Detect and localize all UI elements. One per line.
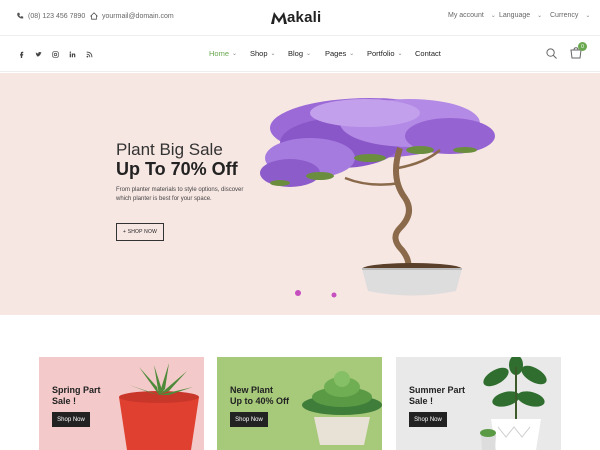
instagram-icon[interactable] [51,50,59,58]
language-dropdown[interactable]: Language ⌄ [499,12,542,19]
email-contact[interactable]: yourmail@domain.com [90,12,174,20]
banner-title-line1: New Plant [230,385,274,395]
nav-home[interactable]: Home ⌄ [209,49,237,58]
facebook-icon[interactable] [17,50,25,58]
shop-now-button[interactable]: Shop Now [409,412,447,427]
site-logo[interactable]: akali [271,9,321,26]
phone-number: (08) 123 456 7890 [28,12,86,20]
succulent-plant-image [302,371,382,445]
cactus-plant-image [119,363,199,450]
chevron-down-icon: ⌄ [585,13,591,19]
chevron-down-icon: ⌄ [537,13,543,19]
logo-m-icon [271,11,287,24]
banner-title-line1: Summer Part [409,385,466,395]
logo-text: akali [287,9,322,26]
hero-shop-now-button[interactable]: + SHOP NOW [116,223,164,241]
twitter-icon[interactable] [34,50,42,58]
nav-portfolio-label: Portfolio [367,49,395,58]
bonsai-tree-image [260,98,495,298]
banner-title: Summer Part Sale ! [409,385,465,407]
nav-blog[interactable]: Blog ⌄ [288,49,311,58]
main-nav: Home ⌄ Shop ⌄ Blog ⌄ Pages ⌄ Portfolio ⌄ Cont… [0,36,600,72]
search-icon[interactable] [546,48,557,59]
rss-icon[interactable] [85,50,93,58]
nav-shop-label: Shop [250,49,268,58]
banner-title: Spring Part Sale ! [52,385,101,407]
banner-title-line1: Spring Part [52,385,101,395]
currency-dropdown[interactable]: Currency ⌄ [550,12,590,19]
language-label: Language [499,12,531,19]
banner-title-line2: Up to 40% Off [230,396,290,406]
top-bar: (08) 123 456 7890 yourmail@domain.com ak… [0,0,600,36]
cart-count-badge: 0 [578,42,587,51]
currency-label: Currency [550,12,579,19]
home-icon [90,12,98,20]
nav-blog-label: Blog [288,49,304,58]
nav-pages-label: Pages [325,49,347,58]
banner-summer-sale[interactable]: Summer Part Sale ! Shop Now [396,357,561,450]
my-account-dropdown[interactable]: My account ⌄ [448,12,496,19]
linkedin-icon[interactable] [68,50,76,58]
hero-title: Up To 70% Off [116,159,238,179]
nav-contact[interactable]: Contact [415,49,441,58]
shop-now-button[interactable]: Shop Now [230,412,268,427]
banner-title-line2: Sale ! [409,396,434,406]
my-account-label: My account [448,12,484,19]
chevron-down-icon: ⌄ [349,51,355,57]
banner-new-plant[interactable]: New Plant Up to 40% Off Shop Now [217,357,382,450]
phone-contact[interactable]: (08) 123 456 7890 [16,12,85,20]
chevron-down-icon: ⌄ [397,51,403,57]
chevron-down-icon: ⌄ [270,51,276,57]
banner-title-line2: Sale ! [52,396,77,406]
nav-shop[interactable]: Shop ⌄ [250,49,276,58]
email-address: yourmail@domain.com [102,12,174,20]
banner-title: New Plant Up to 40% Off [230,385,289,407]
nav-portfolio[interactable]: Portfolio ⌄ [367,49,403,58]
hero-subtitle: Plant Big Sale [116,140,223,159]
chevron-down-icon: ⌄ [306,51,312,57]
chevron-down-icon: ⌄ [490,13,496,19]
phone-icon [17,12,24,19]
leafy-plant-image [480,357,547,450]
shop-now-button[interactable]: Shop Now [52,412,90,427]
nav-home-label: Home [209,49,230,58]
nav-contact-label: Contact [415,49,441,58]
chevron-down-icon: ⌄ [232,51,238,57]
nav-pages[interactable]: Pages ⌄ [325,49,354,58]
banner-spring-sale[interactable]: Spring Part Sale ! Shop Now [39,357,204,450]
hero-description: From planter materials to style options,… [116,187,244,202]
